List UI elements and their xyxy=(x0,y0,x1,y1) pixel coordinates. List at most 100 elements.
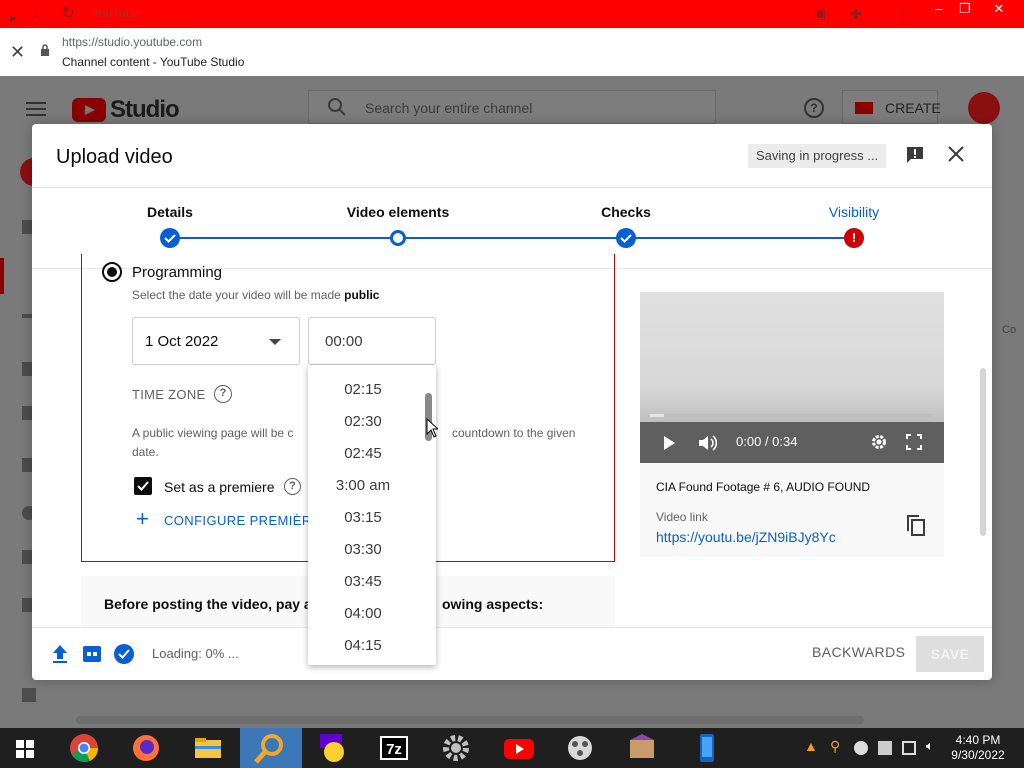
time-option[interactable]: 02:30 xyxy=(308,413,418,430)
right-scrollbar[interactable] xyxy=(980,368,986,536)
dialog-title: Upload video xyxy=(56,146,173,168)
windows-start-icon[interactable] xyxy=(16,740,34,758)
plus-icon[interactable]: + xyxy=(136,508,149,530)
step-video-elements-dot[interactable] xyxy=(390,230,406,246)
gear-icon[interactable] xyxy=(870,433,888,451)
mouse-cursor-icon xyxy=(426,418,438,438)
feedback-icon[interactable] xyxy=(906,146,924,164)
video-link[interactable]: https://youtu.be/jZN9iBJy8Yc xyxy=(656,529,836,545)
video-progress-track[interactable] xyxy=(650,414,932,417)
public-page-description-cont: countdown to the given xyxy=(452,426,576,440)
time-option[interactable]: 02:45 xyxy=(308,445,418,462)
taskbar-clock[interactable]: 4:40 PM 9/30/2022 xyxy=(948,733,1008,763)
menu-arrow-icon[interactable]: ▶ xyxy=(10,8,17,28)
yahoo-messenger-icon[interactable] xyxy=(316,732,354,764)
studio-logo[interactable]: Studio xyxy=(72,96,180,124)
step-details-check-icon[interactable] xyxy=(160,228,180,248)
account-avatar[interactable] xyxy=(968,92,1000,124)
studio-logo-text: Studio xyxy=(110,96,180,123)
notice-text: Before posting the video, pay a xyxy=(104,596,312,612)
step-visibility[interactable]: Visibility xyxy=(829,204,879,220)
create-button[interactable]: CREATE xyxy=(842,90,941,124)
step-checks-check-icon[interactable] xyxy=(616,228,636,248)
premiere-help-icon[interactable]: ? xyxy=(284,478,301,495)
restore-icon[interactable]: ❐ xyxy=(948,0,982,18)
time-option[interactable]: 03:30 xyxy=(308,541,418,558)
firefox-icon[interactable] xyxy=(130,732,168,764)
hamburger-menu-icon[interactable] xyxy=(26,102,46,120)
stepper-line xyxy=(170,237,854,239)
youtube-app-icon[interactable] xyxy=(502,732,540,764)
7zip-icon[interactable]: 7z xyxy=(378,732,416,764)
more-menu-icon[interactable]: ⋮ xyxy=(894,4,909,24)
video-editor-icon[interactable] xyxy=(564,732,602,764)
settings-gear-app-icon[interactable] xyxy=(440,732,478,764)
taskbar: 7z ▲ ⚲ 🔈︎ 4:40 PM 9/30/2022 xyxy=(0,728,1024,768)
page-title: Channel content - YouTube Studio xyxy=(62,55,245,69)
search-app-icon[interactable] xyxy=(252,732,290,764)
schedule-radio[interactable] xyxy=(102,262,122,282)
browser-titlebar: ▶ ← ↻ YouTube ▣ ✚ ⋮ – ❐ ✕ xyxy=(0,0,1024,28)
time-dropdown[interactable]: 02:15 02:30 02:45 3:00 am 03:15 03:30 03… xyxy=(308,365,436,665)
lock-icon xyxy=(41,44,49,56)
volume-tray-icon[interactable]: 🔈︎ xyxy=(926,738,940,753)
step-video-elements[interactable]: Video elements xyxy=(347,204,449,220)
vlc-tray-icon[interactable]: ▲ xyxy=(804,738,818,754)
network-tray-icon[interactable] xyxy=(902,741,916,755)
volume-icon[interactable] xyxy=(698,434,718,452)
horizontal-scrollbar[interactable] xyxy=(76,716,864,724)
channel-search-box[interactable]: Search your entire channel xyxy=(308,90,716,124)
header-divider xyxy=(32,187,992,188)
time-option[interactable]: 03:15 xyxy=(308,509,418,526)
time-option[interactable]: 03:45 xyxy=(308,573,418,590)
translate-icon[interactable]: ▣ xyxy=(814,4,826,24)
content-header-partial: Co xyxy=(1002,324,1017,336)
phone-app-icon[interactable] xyxy=(690,732,728,764)
time-option[interactable]: 02:15 xyxy=(308,381,418,398)
upload-dialog: Upload video Saving in progress ... Deta… xyxy=(32,124,992,680)
schedule-subtitle: Select the date your video will be made … xyxy=(132,288,380,302)
public-page-description-end: date. xyxy=(132,445,159,459)
copy-icon[interactable] xyxy=(906,515,926,537)
step-checks[interactable]: Checks xyxy=(601,204,651,220)
schedule-option-label: Programming xyxy=(132,264,223,281)
timezone-help-icon[interactable]: ? xyxy=(214,385,232,403)
window-close-icon[interactable]: ✕ xyxy=(982,0,1016,18)
back-button[interactable]: BACKWARDS xyxy=(812,644,905,660)
file-explorer-icon[interactable] xyxy=(192,732,230,764)
extensions-icon[interactable]: ✚ xyxy=(850,4,862,24)
play-icon[interactable] xyxy=(662,435,676,451)
chrome-icon[interactable] xyxy=(68,732,106,764)
search-icon xyxy=(328,98,346,116)
video-link-label: Video link xyxy=(656,510,708,524)
close-page-icon[interactable]: ✕ xyxy=(10,42,25,63)
media-creator-icon[interactable] xyxy=(626,732,664,764)
sidebar-active-indicator xyxy=(0,258,4,294)
notice-text-cont: owing aspects: xyxy=(442,596,544,612)
back-arrow-icon[interactable]: ← xyxy=(32,4,47,24)
close-icon[interactable] xyxy=(946,144,966,164)
video-time: 0:00 / 0:34 xyxy=(736,434,798,449)
upload-icon xyxy=(53,645,67,663)
save-button[interactable]: SAVE xyxy=(916,636,984,672)
reload-icon[interactable]: ↻ xyxy=(62,4,75,24)
url-text[interactable]: https://studio.youtube.com xyxy=(62,35,202,49)
time-option[interactable]: 04:15 xyxy=(308,637,418,654)
sidebar-feedback-icon[interactable] xyxy=(22,688,36,702)
fullscreen-icon[interactable] xyxy=(906,434,922,450)
step-details[interactable]: Details xyxy=(147,204,193,220)
time-option[interactable]: 04:00 xyxy=(308,605,418,622)
date-picker[interactable]: 1 Oct 2022 xyxy=(132,317,300,365)
configure-premiere-button[interactable]: CONFIGURE PREMIÈRE xyxy=(164,513,321,528)
time-option[interactable]: 3:00 am xyxy=(308,477,418,494)
time-input[interactable]: 00:00 xyxy=(308,317,436,365)
premiere-checkbox[interactable] xyxy=(134,477,152,495)
help-icon[interactable]: ? xyxy=(804,98,824,118)
youtube-logo-icon xyxy=(72,98,106,122)
flag-tray-icon[interactable] xyxy=(878,741,892,755)
search-tray-icon[interactable]: ⚲ xyxy=(830,738,844,754)
public-page-description: A public viewing page will be c xyxy=(132,426,294,440)
status-tray-icon[interactable] xyxy=(854,741,868,755)
footer-divider xyxy=(32,627,992,628)
step-visibility-error-icon[interactable]: ! xyxy=(844,228,864,248)
